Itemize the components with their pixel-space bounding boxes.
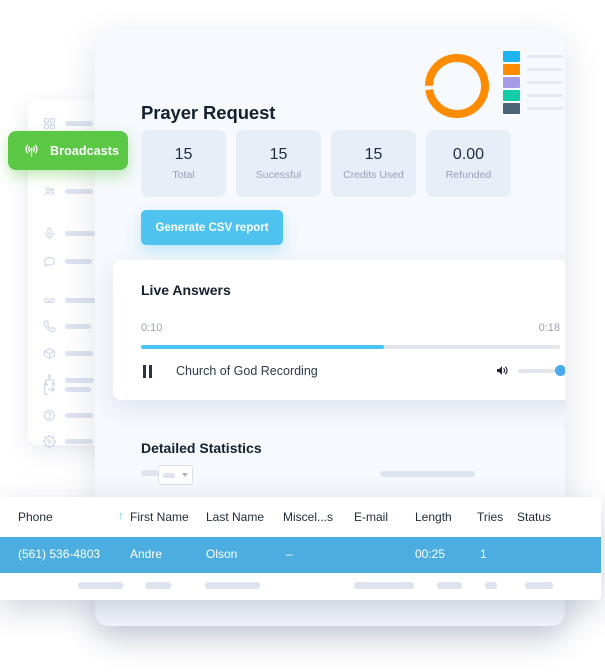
live-answers-title: Live Answers — [141, 282, 231, 298]
legend-label-placeholder — [527, 94, 563, 97]
cell-miscellaneous: – — [286, 547, 293, 561]
legend-swatch — [503, 51, 520, 62]
statistics-table: Phone ↑ First Name Last Name Miscel...s … — [0, 497, 601, 600]
table-header-tries[interactable]: Tries — [477, 510, 503, 524]
legend-swatch — [503, 103, 520, 114]
contacts-icon — [42, 184, 56, 198]
player-progress-fill — [141, 345, 385, 349]
table-header-status[interactable]: Status — [517, 510, 551, 524]
player-current-time: 0:10 — [141, 322, 163, 334]
generate-csv-report-button[interactable]: Generate CSV report — [141, 210, 283, 245]
sidebar-label-placeholder — [65, 120, 93, 126]
logout-icon — [42, 382, 56, 396]
donut-chart — [421, 50, 493, 122]
stat-card-credits-used: 15 Credits Used — [331, 130, 416, 197]
table-header-phone[interactable]: Phone — [18, 510, 53, 524]
legend-swatch — [503, 77, 520, 88]
stat-value: 15 — [174, 146, 193, 163]
stat-value: 0.00 — [452, 146, 485, 163]
sidebar-label-placeholder — [65, 323, 91, 329]
cell-placeholder — [354, 582, 414, 589]
table-header-last-name[interactable]: Last Name — [206, 510, 264, 524]
stat-label: Sucessful — [255, 169, 302, 181]
microphone-icon — [42, 226, 56, 240]
page-title: Prayer Request — [141, 102, 276, 123]
stat-card-sucessful: 15 Sucessful — [236, 130, 321, 197]
pause-button[interactable] — [143, 364, 157, 378]
broadcast-icon — [22, 142, 40, 160]
stats-row: 15 Total 15 Sucessful 15 Credits Used 0.… — [141, 130, 511, 197]
legend-item — [503, 76, 563, 89]
stat-label: Total — [172, 169, 195, 181]
legend-label-placeholder — [527, 81, 563, 84]
cell-tries: 1 — [480, 547, 487, 561]
legend-item — [503, 102, 563, 115]
legend-label-placeholder — [527, 68, 563, 71]
detailed-stats-label-placeholder — [141, 470, 159, 476]
cell-first-name: Andre — [130, 547, 163, 561]
dashboard-grid-icon — [42, 116, 56, 130]
main-panel-bottom-edge — [95, 600, 565, 626]
table-header-first-name[interactable]: First Name — [130, 510, 189, 524]
sidebar-label-placeholder — [65, 297, 96, 303]
table-row[interactable]: (561) 536-4803 Andre Olson – 00:25 1 — [0, 537, 601, 573]
donut-segment-series-2 — [425, 54, 489, 118]
volume-slider-knob[interactable] — [555, 365, 565, 376]
player-track-name: Church of God Recording — [176, 364, 318, 378]
legend-label-placeholder — [527, 107, 563, 110]
sidebar-label-placeholder — [65, 350, 93, 356]
gear-icon — [42, 434, 56, 448]
sidebar-label-placeholder — [65, 412, 93, 418]
sidebar-label-placeholder — [65, 230, 95, 236]
stat-value: 15 — [364, 146, 383, 163]
cell-placeholder — [525, 582, 553, 589]
stat-value: 15 — [269, 146, 288, 163]
legend-item — [503, 50, 563, 63]
table-row[interactable] — [0, 573, 601, 600]
legend-swatch — [503, 64, 520, 75]
cell-placeholder — [485, 582, 497, 589]
legend-item — [503, 89, 563, 102]
legend-label-placeholder — [527, 55, 563, 58]
detailed-stats-right-placeholder — [380, 471, 475, 477]
table-header-email[interactable]: E-mail — [354, 510, 388, 524]
volume-icon[interactable] — [494, 363, 510, 378]
sort-ascending-icon[interactable]: ↑ — [118, 510, 124, 522]
sidebar-label-placeholder — [65, 188, 93, 194]
select-value-placeholder — [163, 472, 175, 478]
chart-legend — [503, 50, 563, 115]
sidebar-item-broadcasts[interactable]: Broadcasts — [8, 131, 128, 170]
chevron-down-icon — [182, 473, 188, 477]
cell-length: 00:25 — [415, 547, 446, 561]
sidebar-label-placeholder — [65, 258, 92, 264]
cell-phone: (561) 536-4803 — [18, 547, 101, 561]
legend-item — [503, 63, 563, 76]
live-answers-card: Live Answers 0:10 0:18 Church of God Rec… — [113, 260, 565, 400]
stat-label: Credits Used — [343, 169, 404, 181]
cell-placeholder — [437, 582, 462, 589]
stat-label: Refunded — [445, 169, 492, 181]
table-header-miscellaneous[interactable]: Miscel...s — [283, 510, 333, 524]
sidebar-item-broadcasts-label: Broadcasts — [50, 143, 120, 158]
sidebar-label-placeholder — [65, 438, 93, 444]
stat-card-total: 15 Total — [141, 130, 226, 197]
help-circle-icon — [42, 408, 56, 422]
package-icon — [42, 346, 56, 360]
table-header-length[interactable]: Length — [415, 510, 452, 524]
cell-placeholder — [205, 582, 260, 589]
stat-card-refunded: 0.00 Refunded — [426, 130, 511, 197]
detailed-stats-select[interactable] — [158, 465, 193, 485]
player-total-time: 0:18 — [538, 322, 560, 334]
cell-placeholder — [145, 582, 171, 589]
legend-swatch — [503, 90, 520, 101]
voicemail-icon — [42, 293, 56, 307]
detailed-statistics-title: Detailed Statistics — [141, 440, 262, 456]
player-progress-bar[interactable] — [141, 345, 560, 349]
phone-icon — [42, 319, 56, 333]
cell-last-name: Olson — [206, 547, 238, 561]
chat-bubble-icon — [42, 254, 56, 268]
sidebar-label-placeholder — [65, 386, 91, 392]
table-header-row: Phone ↑ First Name Last Name Miscel...s … — [0, 497, 601, 537]
cell-placeholder — [78, 582, 123, 589]
